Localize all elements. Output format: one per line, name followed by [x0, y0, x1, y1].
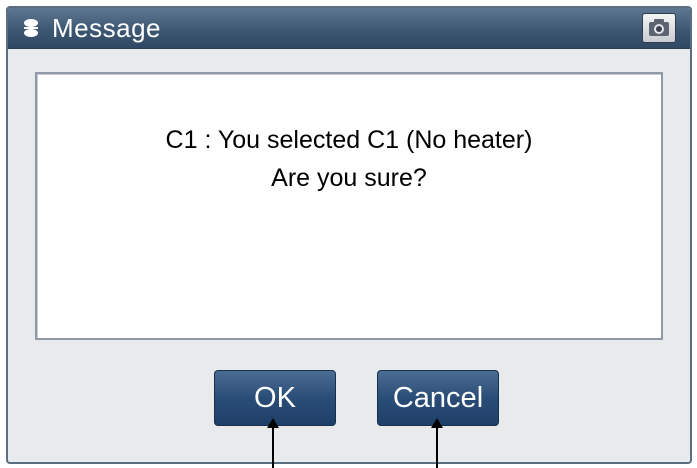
window-title: Message: [52, 13, 161, 43]
screenshot-button[interactable]: [642, 13, 676, 43]
dialog-menu-icon[interactable]: [22, 18, 40, 38]
title-bar[interactable]: Message: [8, 8, 690, 49]
message-panel: C1 : You selected C1 (No heater) Are you…: [35, 72, 663, 340]
message-dialog: Message C1 : You selected C1 (No heater)…: [6, 6, 692, 464]
screenshot-icon: [649, 19, 669, 36]
cancel-callout-arrow: [431, 418, 443, 468]
ok-callout-arrow: [267, 418, 279, 468]
message-text-line-2: Are you sure?: [271, 164, 427, 192]
message-text-line-1: C1 : You selected C1 (No heater): [165, 126, 533, 154]
